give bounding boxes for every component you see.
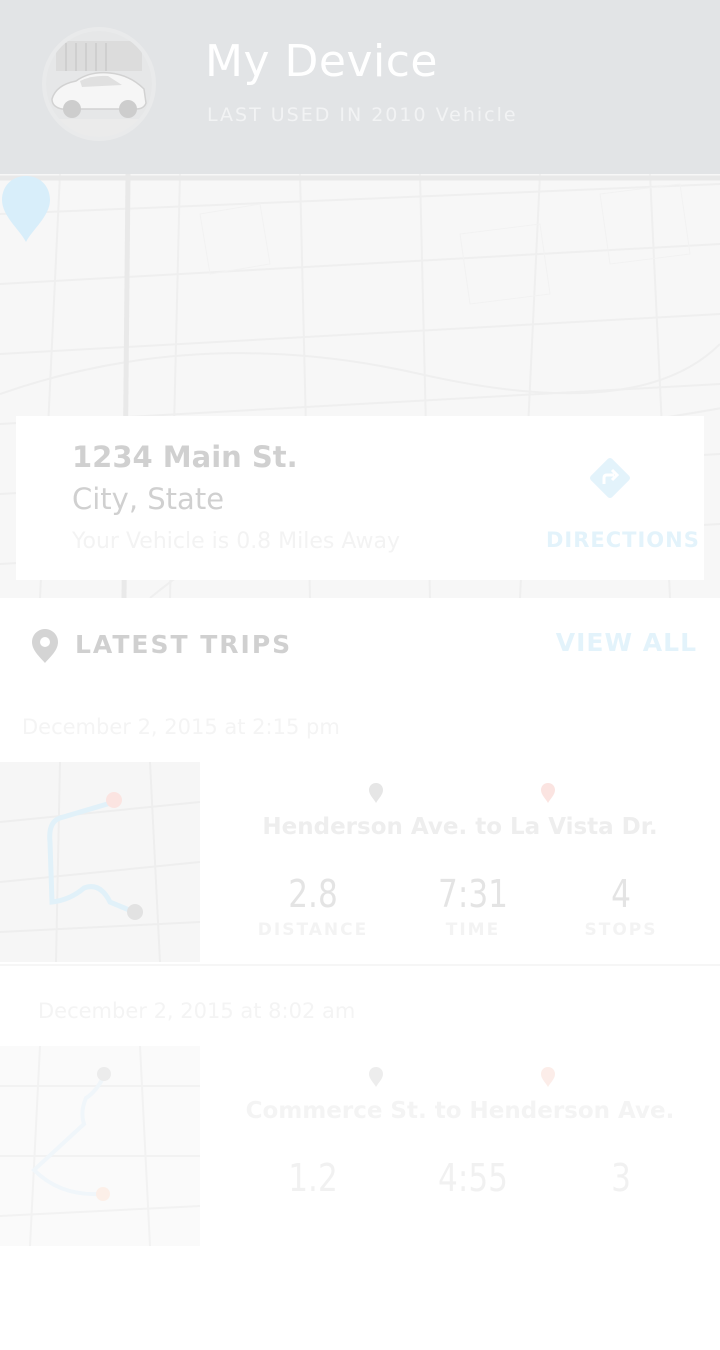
trip-time-stat: 7:31 TIME [398,872,548,940]
stops-value: 3 [611,1156,631,1200]
route-map-icon [0,762,200,962]
page-title: My Device [205,36,438,87]
trip-route-map-thumbnail [0,1046,200,1246]
distance-label: DISTANCE [257,920,369,940]
trip-route-map-thumbnail [0,762,200,962]
trip-date: December 2, 2015 at 8:02 am [38,999,356,1023]
route-map-icon [0,1046,200,1246]
distance-value: 2.8 [288,872,338,916]
view-all-link[interactable]: VIEW ALL [556,628,697,657]
directions-label: DIRECTIONS [546,528,700,552]
start-pin-icon [369,783,383,803]
car-image-icon [46,31,152,137]
trip-distance-stat: 1.2 [238,1156,388,1200]
end-pin-icon [541,783,555,803]
stops-label: STOPS [584,920,658,940]
latest-trips-title: LATEST TRIPS [75,630,293,659]
trip-divider [0,964,720,966]
street-address: 1234 Main St. [72,440,298,474]
trip-item[interactable]: Henderson Ave. to La Vista Dr. 2.8 DISTA… [0,762,720,962]
location-card: 1234 Main St. City, State Your Vehicle i… [16,416,704,580]
trip-stops-stat: 4 STOPS [546,872,696,940]
trip-item[interactable]: Commerce St. to Henderson Ave. 1.2 4:55 … [0,1046,720,1246]
vehicle-distance-text: Your Vehicle is 0.8 Miles Away [72,529,401,554]
trip-route-text: Henderson Ave. to La Vista Dr. [262,814,658,840]
distance-value: 1.2 [288,1156,338,1200]
app-header: My Device LAST USED IN 2010 Vehicle [0,0,720,174]
time-value: 4:55 [438,1156,508,1200]
stops-value: 4 [611,872,631,916]
trip-distance-stat: 2.8 DISTANCE [238,872,388,940]
end-pin-icon [541,1067,555,1087]
time-value: 7:31 [438,872,508,916]
directions-icon [590,458,630,498]
trip-stops-stat: 3 [546,1156,696,1200]
directions-button[interactable]: DIRECTIONS [546,450,699,560]
location-pin-icon [32,629,58,663]
last-used-subtitle: LAST USED IN 2010 Vehicle [207,104,518,126]
trip-date: December 2, 2015 at 2:15 pm [22,715,340,739]
city-state: City, State [72,482,225,516]
start-pin-icon [369,1067,383,1087]
trip-time-stat: 4:55 [398,1156,548,1200]
vehicle-avatar[interactable] [46,31,152,137]
trip-route-text: Commerce St. to Henderson Ave. [245,1098,675,1124]
vehicle-location-pin-icon[interactable] [0,174,52,244]
latest-trips-header: LATEST TRIPS VIEW ALL [0,598,720,694]
time-label: TIME [445,920,501,940]
